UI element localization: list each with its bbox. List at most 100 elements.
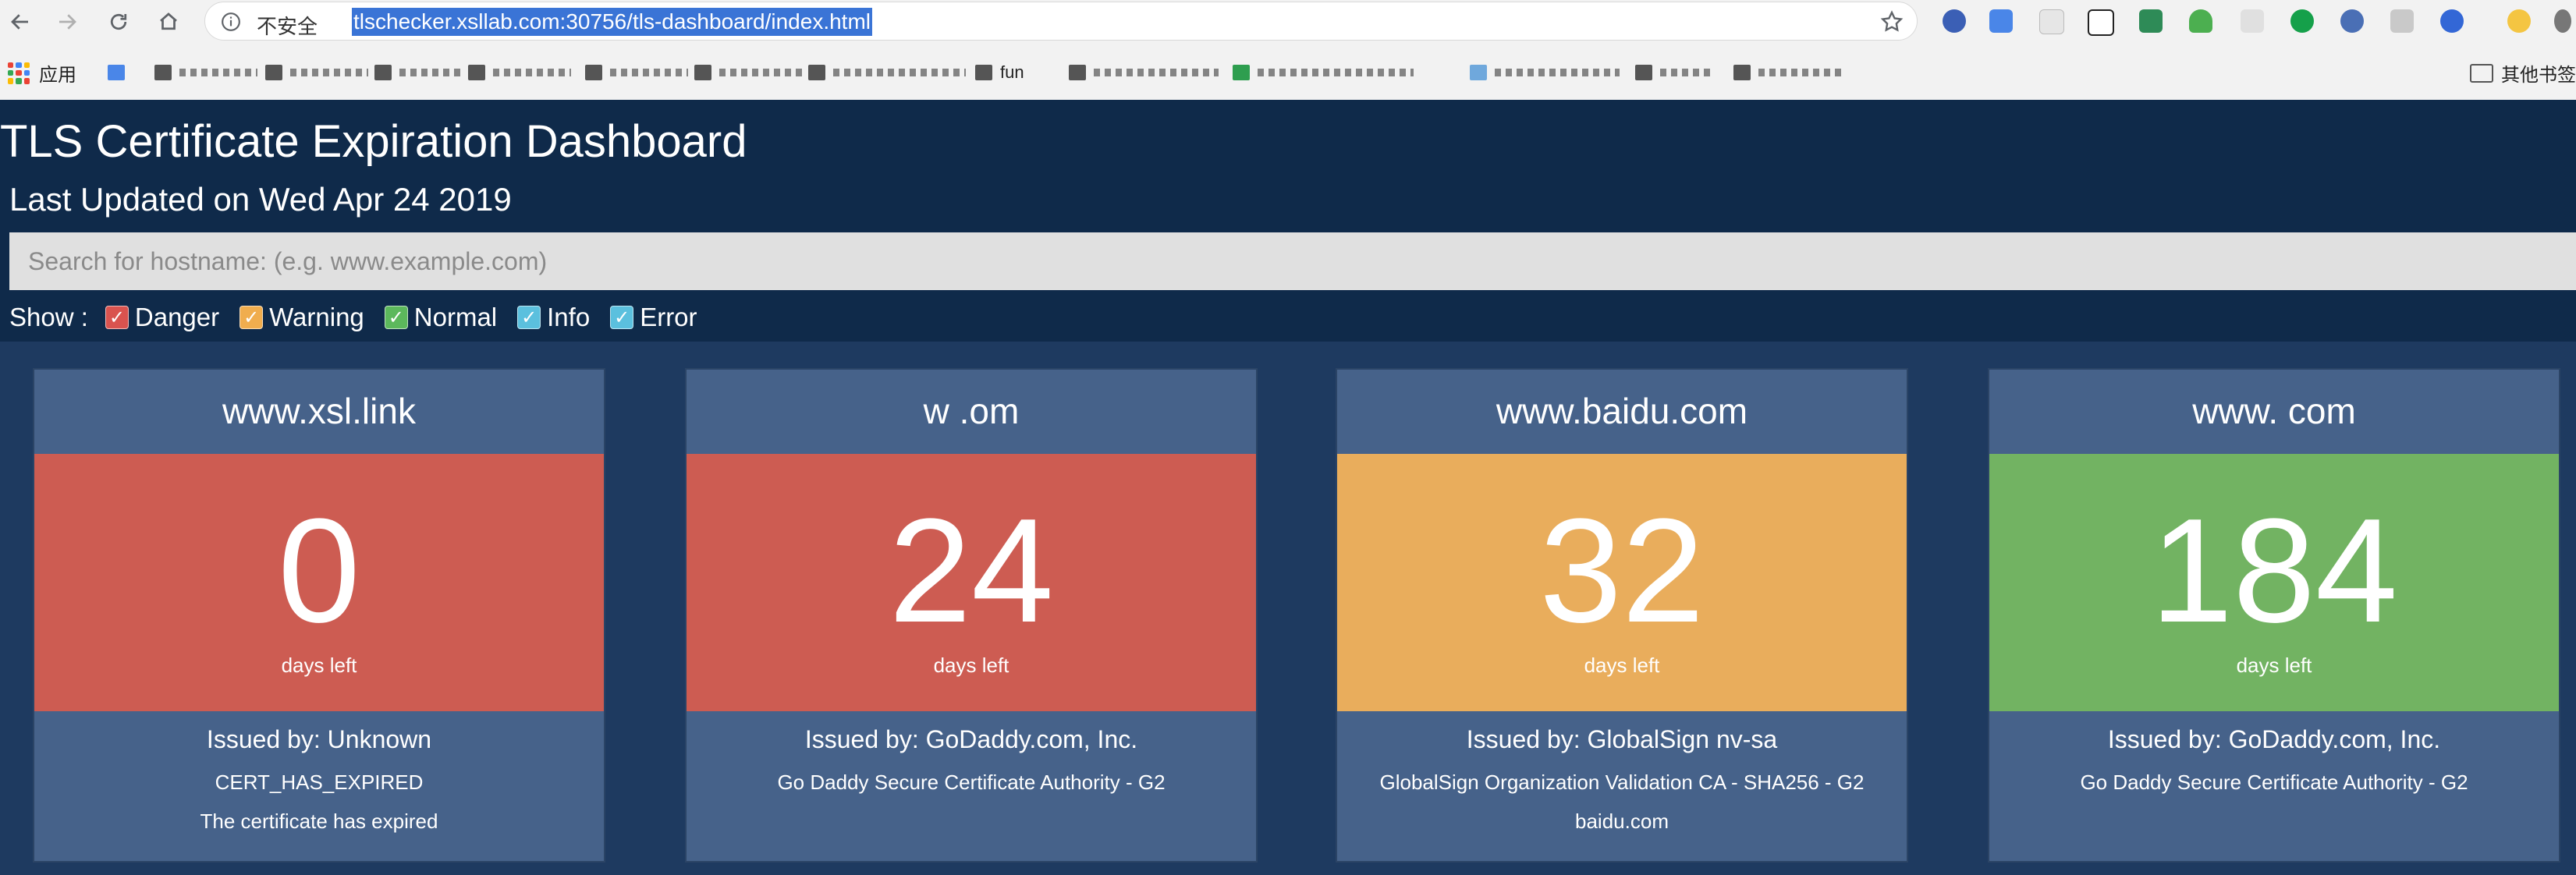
bookmark-star-icon[interactable] (1879, 9, 1904, 34)
card-hostname: www. com (2192, 391, 2356, 431)
issuer-chain-text: Go Daddy Secure Certificate Authority - … (777, 770, 1166, 794)
days-left-count: 32 (1539, 488, 1705, 654)
bookmark-item[interactable] (374, 62, 462, 83)
bookmark-item[interactable] (1635, 62, 1715, 83)
extension-icon[interactable] (2390, 9, 2414, 33)
bookmark-favicon (374, 65, 392, 80)
warning-checkbox[interactable]: ✓ (240, 306, 264, 329)
bookmark-item[interactable] (585, 62, 688, 83)
bookmark-favicon (1470, 65, 1487, 80)
card-status-panel: 24 days left (687, 454, 1256, 711)
certificate-card[interactable]: w .om 24 days left Issued by: GoDaddy.co… (685, 368, 1258, 863)
filter-normal[interactable]: ✓ Normal (384, 303, 497, 332)
show-label: Show : (9, 303, 88, 331)
bookmark-item[interactable] (1733, 62, 1844, 83)
info-checkbox[interactable]: ✓ (517, 306, 541, 329)
weather-icon[interactable] (2507, 9, 2531, 33)
days-left-label: days left (2236, 654, 2312, 677)
filter-label: Warning (269, 303, 364, 331)
code-extension-icon[interactable] (2241, 9, 2264, 33)
extension-icon[interactable] (2340, 9, 2364, 33)
issuer-text: Issued by: GlobalSign nv-sa (1466, 725, 1778, 753)
certificate-detail-text: baidu.com (1575, 809, 1669, 833)
filter-warning[interactable]: ✓ Warning (240, 303, 364, 332)
filter-label: Info (547, 303, 591, 331)
certificate-detail-text: The certificate has expired (200, 809, 438, 833)
forward-arrow-icon (59, 14, 76, 30)
extension-icon[interactable] (1943, 9, 1966, 33)
certificate-card[interactable]: www.xsl.link 0 days left Issued by: Unkn… (33, 368, 605, 863)
apps-shortcut[interactable]: 应用 (8, 59, 76, 87)
apps-grid-icon (8, 62, 30, 84)
issuer-chain-text: GlobalSign Organization Validation CA - … (1379, 770, 1865, 794)
error-checkbox[interactable]: ✓ (610, 306, 634, 329)
profile-avatar[interactable] (2554, 9, 2571, 33)
bookmark-item-fun[interactable]: fun (975, 62, 1024, 83)
shield-check-icon[interactable] (2189, 9, 2212, 33)
extension-icon[interactable] (2440, 9, 2464, 33)
danger-checkbox[interactable]: ✓ (105, 306, 129, 329)
bookmark-item[interactable] (468, 62, 571, 83)
bookmark-item[interactable] (694, 62, 805, 83)
card-status-panel: 0 days left (34, 454, 604, 711)
h1-extension-icon[interactable] (2088, 9, 2114, 36)
filter-info[interactable]: ✓ Info (517, 303, 590, 332)
back-button[interactable] (5, 6, 36, 37)
dashboard-header: TLS Certificate Expiration Dashboard Las… (0, 100, 2576, 342)
bookmark-favicon (975, 65, 992, 80)
card-hostname: w .om (923, 391, 1020, 431)
bookmark-item[interactable] (1069, 62, 1219, 83)
bookmark-item[interactable] (108, 62, 125, 83)
card-status-panel: 32 days left (1337, 454, 1907, 711)
bookmark-item[interactable] (265, 62, 368, 83)
home-icon (160, 12, 177, 30)
issuer-chain-text: Go Daddy Secure Certificate Authority - … (2080, 770, 2468, 794)
browser-toolbar: 不安全 tlschecker.xsllab.com:30756/tls-dash… (0, 0, 2576, 44)
days-left-label: days left (281, 654, 357, 677)
url-text[interactable]: tlschecker.xsllab.com:30756/tls-dashboar… (352, 8, 873, 36)
filter-label: Danger (134, 303, 220, 331)
bookmark-item[interactable] (154, 62, 257, 83)
bookmark-favicon (1733, 65, 1751, 80)
card-issuer-panel: Issued by: Unknown CERT_HAS_EXPIRED The … (34, 713, 604, 861)
other-bookmarks[interactable]: 其他书签 (2470, 59, 2576, 87)
extension-icon[interactable] (2039, 9, 2064, 34)
filter-label: Error (640, 303, 697, 331)
days-left-count: 0 (278, 488, 360, 654)
certificate-cards: www.xsl.link 0 days left Issued by: Unkn… (0, 342, 2576, 875)
reload-button[interactable] (103, 6, 134, 37)
hostname-search-input[interactable] (9, 232, 2576, 290)
info-icon[interactable] (221, 12, 241, 32)
translate-extension-icon[interactable] (1989, 9, 2013, 33)
bookmark-favicon (585, 65, 602, 80)
bookmark-item[interactable] (1233, 62, 1414, 83)
issuer-text: Issued by: Unknown (206, 725, 432, 753)
days-left-count: 184 (2150, 488, 2398, 654)
security-label[interactable]: 不安全 (257, 11, 318, 40)
card-hostname: www.xsl.link (222, 391, 416, 431)
filter-error[interactable]: ✓ Error (610, 303, 697, 332)
bookmark-favicon (694, 65, 711, 80)
apps-label: 应用 (39, 65, 76, 86)
bookmark-item[interactable] (1470, 62, 1620, 83)
certificate-card[interactable]: www.baidu.com 32 days left Issued by: Gl… (1336, 368, 1908, 863)
bookmark-favicon (808, 65, 825, 80)
other-bookmarks-label: 其他书签 (2501, 65, 2576, 86)
forward-button[interactable] (51, 6, 83, 37)
address-bar[interactable]: 不安全 tlschecker.xsllab.com:30756/tls-dash… (204, 2, 1918, 41)
last-updated: Last Updated on Wed Apr 24 2019 (9, 181, 512, 218)
grammarly-icon[interactable] (2290, 9, 2314, 33)
reload-icon (110, 13, 127, 30)
home-button[interactable] (153, 6, 184, 37)
bookmark-favicon (108, 65, 125, 80)
certificate-card[interactable]: www. com 184 days left Issued by: GoDadd… (1988, 368, 2560, 863)
bookmark-label: fun (1000, 62, 1024, 82)
shield-extension-icon[interactable] (2139, 9, 2163, 33)
bookmark-favicon (1635, 65, 1652, 80)
card-status-panel: 184 days left (1989, 454, 2559, 711)
normal-checkbox[interactable]: ✓ (384, 306, 408, 329)
bookmark-item[interactable] (808, 62, 966, 83)
filter-danger[interactable]: ✓ Danger (105, 303, 219, 332)
issuer-text: Issued by: GoDaddy.com, Inc. (2107, 725, 2441, 753)
card-issuer-panel: Issued by: GoDaddy.com, Inc. Go Daddy Se… (687, 713, 1256, 861)
